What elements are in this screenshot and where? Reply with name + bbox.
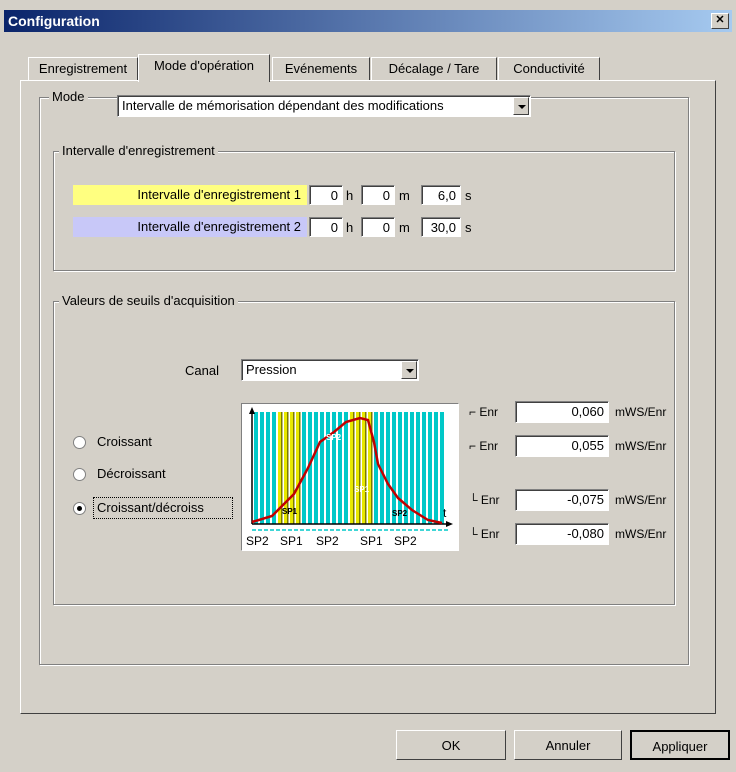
segment-label-5: SP2 bbox=[394, 534, 417, 548]
canal-label: Canal bbox=[185, 363, 219, 378]
interval-group-title: Intervalle d'enregistrement bbox=[59, 143, 218, 158]
diagram-t-label: t bbox=[443, 506, 447, 520]
mode-select[interactable]: Intervalle de mémorisation dépendant des… bbox=[117, 95, 531, 117]
radio-croissant-decroissant-label[interactable]: Croissant/décroiss bbox=[97, 500, 204, 515]
diagram-y-arrow-icon bbox=[249, 407, 255, 414]
segment-label-4: SP1 bbox=[360, 534, 383, 548]
diagram-bar bbox=[416, 412, 420, 524]
mode-dropdown-arrow-icon[interactable] bbox=[513, 97, 529, 115]
tab-decalage-tare[interactable]: Décalage / Tare bbox=[371, 57, 497, 80]
tab-enregistrement[interactable]: Enregistrement bbox=[28, 57, 138, 80]
tab-evenements[interactable]: Evénements bbox=[272, 57, 370, 80]
tab-mode-operation[interactable]: Mode d'opération bbox=[138, 54, 270, 82]
configuration-window: Configuration ✕ Enregistrement Mode d'op… bbox=[0, 0, 736, 772]
canal-dropdown-arrow-icon[interactable] bbox=[401, 361, 417, 379]
tab-conductivite[interactable]: Conductivité bbox=[498, 57, 600, 80]
marker-sp2-down: SP2 bbox=[392, 509, 408, 518]
threshold-2-unit: mWS/Enr bbox=[615, 439, 667, 453]
diagram-bar bbox=[428, 412, 432, 524]
marker-sp1-down: SP1 bbox=[354, 485, 370, 494]
mode-label: Mode bbox=[49, 89, 88, 104]
threshold-2-input[interactable]: 0,055 bbox=[515, 435, 609, 457]
diagram-bar bbox=[272, 412, 276, 524]
mode-select-value: Intervalle de mémorisation dépendant des… bbox=[122, 98, 444, 113]
threshold-group-title: Valeurs de seuils d'acquisition bbox=[59, 293, 238, 308]
cancel-button[interactable]: Annuler bbox=[514, 730, 622, 760]
interval-2-h-unit: h bbox=[346, 220, 354, 235]
interval-2-label-text: Intervalle d'enregistrement 2 bbox=[137, 219, 301, 234]
diagram-bar bbox=[386, 412, 390, 524]
interval-2-label: Intervalle d'enregistrement 2 bbox=[73, 217, 307, 237]
diagram-bar bbox=[422, 412, 426, 524]
interval-1-hours-input[interactable]: 0 bbox=[309, 185, 343, 205]
tab-panel: Mode Intervalle de mémorisation dépendan… bbox=[20, 80, 716, 714]
diagram-bar bbox=[332, 412, 336, 524]
diagram-bar bbox=[266, 412, 270, 524]
threshold-4-label: └ Enr bbox=[469, 527, 500, 541]
diagram-bar bbox=[434, 412, 438, 524]
radio-decroissant[interactable] bbox=[73, 468, 86, 481]
apply-button[interactable]: Appliquer bbox=[630, 730, 730, 760]
interval-1-minutes-input[interactable]: 0 bbox=[361, 185, 395, 205]
threshold-2-label: ⌐ Enr bbox=[469, 439, 499, 453]
diagram-x-arrow-icon bbox=[446, 521, 453, 527]
interval-2-s-unit: s bbox=[465, 220, 472, 235]
interval-1-s-unit: s bbox=[465, 188, 472, 203]
diagram-bar bbox=[392, 412, 396, 524]
threshold-1-input[interactable]: 0,060 bbox=[515, 401, 609, 423]
threshold-4-input[interactable]: -0,080 bbox=[515, 523, 609, 545]
radio-croissant[interactable] bbox=[73, 436, 86, 449]
radio-croissant-label[interactable]: Croissant bbox=[97, 434, 152, 449]
radio-decroissant-label[interactable]: Décroissant bbox=[97, 466, 166, 481]
segment-label-2: SP1 bbox=[280, 534, 303, 548]
threshold-diagram: t SP1 SP2 SP1 SP2 SP2 SP1 SP2 SP1 SP2 bbox=[241, 403, 459, 551]
ok-button[interactable]: OK bbox=[396, 730, 506, 760]
threshold-1-label: ⌐ Enr bbox=[469, 405, 499, 419]
interval-2-minutes-input[interactable]: 0 bbox=[361, 217, 395, 237]
diagram-segment-labels: SP2 SP1 SP2 SP1 SP2 bbox=[246, 534, 417, 548]
interval-2-m-unit: m bbox=[399, 220, 410, 235]
marker-sp2-up: SP2 bbox=[326, 433, 342, 442]
interval-1-m-unit: m bbox=[399, 188, 410, 203]
threshold-3-unit: mWS/Enr bbox=[615, 493, 667, 507]
diagram-bar bbox=[374, 412, 378, 524]
diagram-bar-stripe bbox=[365, 412, 367, 524]
interval-1-seconds-input[interactable]: 6,0 bbox=[421, 185, 461, 205]
diagram-bar bbox=[326, 412, 330, 524]
canal-select[interactable]: Pression bbox=[241, 359, 419, 381]
diagram-bar bbox=[302, 412, 306, 524]
interval-2-seconds-input[interactable]: 30,0 bbox=[421, 217, 461, 237]
diagram-bar bbox=[320, 412, 324, 524]
canal-select-value: Pression bbox=[246, 362, 297, 377]
diagram-bar bbox=[314, 412, 318, 524]
marker-sp1-up: SP1 bbox=[282, 507, 298, 516]
interval-2-hours-input[interactable]: 0 bbox=[309, 217, 343, 237]
title-bar: Configuration ✕ bbox=[4, 10, 732, 32]
interval-1-label-text: Intervalle d'enregistrement 1 bbox=[137, 187, 301, 202]
diagram-bar-stripe bbox=[359, 412, 361, 524]
window-title: Configuration bbox=[8, 13, 100, 29]
diagram-bar-stripe bbox=[353, 412, 355, 524]
close-button[interactable]: ✕ bbox=[711, 13, 729, 29]
interval-1-h-unit: h bbox=[346, 188, 354, 203]
diagram-bar bbox=[254, 412, 258, 524]
segment-label-3: SP2 bbox=[316, 534, 339, 548]
threshold-3-label: └ Enr bbox=[469, 493, 500, 507]
segment-label-1: SP2 bbox=[246, 534, 269, 548]
diagram-bar bbox=[398, 412, 402, 524]
interval-1-label: Intervalle d'enregistrement 1 bbox=[73, 185, 307, 205]
threshold-3-input[interactable]: -0,075 bbox=[515, 489, 609, 511]
interval-group bbox=[53, 151, 675, 271]
radio-croissant-decroissant[interactable] bbox=[73, 502, 86, 515]
threshold-4-unit: mWS/Enr bbox=[615, 527, 667, 541]
threshold-1-unit: mWS/Enr bbox=[615, 405, 667, 419]
diagram-bar bbox=[260, 412, 264, 524]
diagram-bar bbox=[344, 412, 348, 524]
diagram-bar-stripe bbox=[299, 412, 301, 524]
